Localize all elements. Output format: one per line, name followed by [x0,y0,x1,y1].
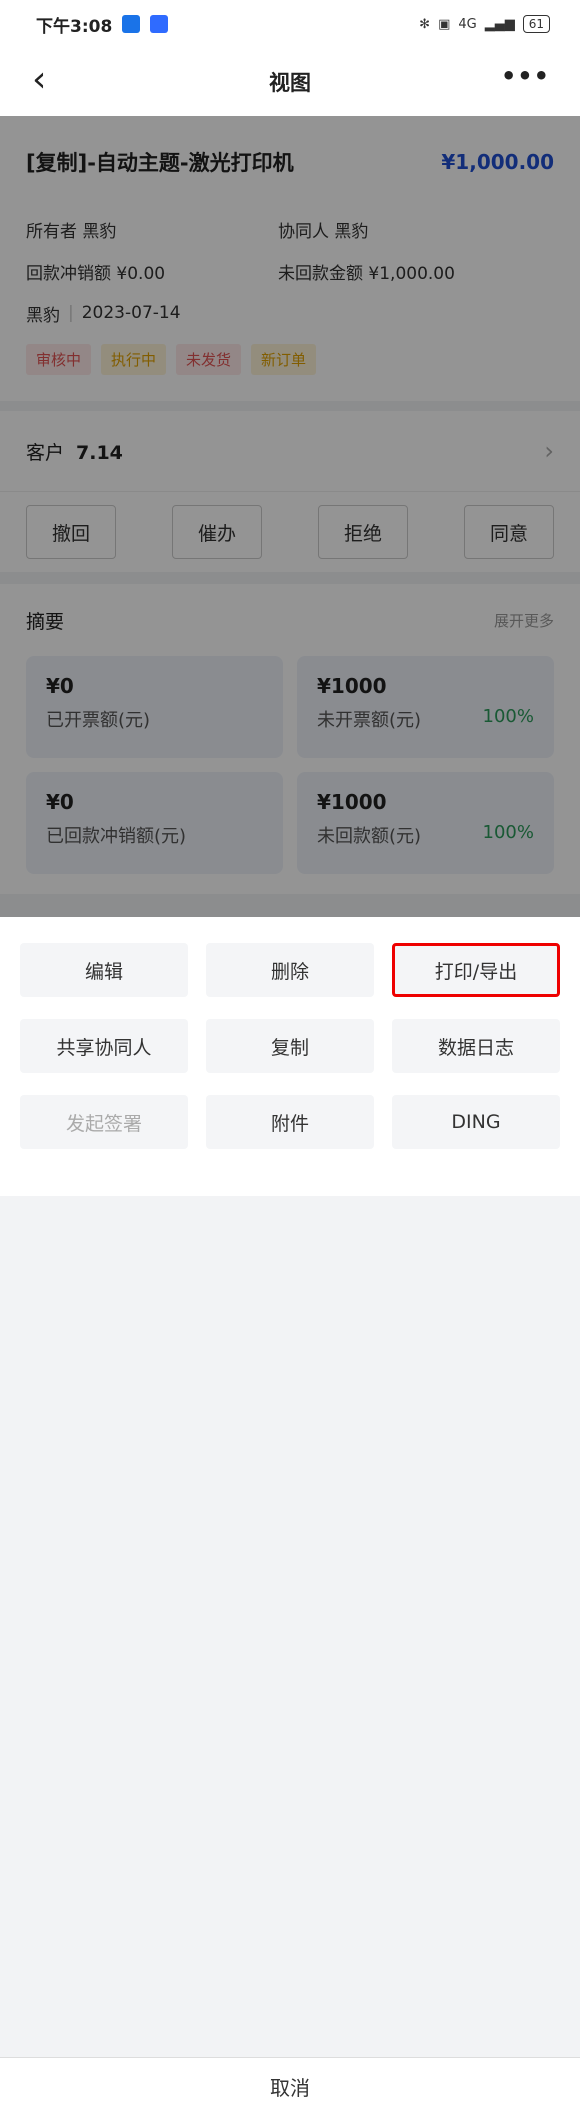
bluetooth-icon: ✻ [419,16,431,32]
hd-icon: ▣ [438,16,451,32]
share-collab-button[interactable]: 共享协同人 [20,1019,188,1073]
ding-button[interactable]: DING [392,1095,560,1149]
data-log-button[interactable]: 数据日志 [392,1019,560,1073]
battery-icon: 61 [522,15,550,33]
message-notification-icon [150,15,169,33]
network-label: 4G [458,16,477,32]
back-icon[interactable]: ‹ [32,62,46,98]
print-export-button[interactable]: 打印/导出 [392,943,560,997]
status-bar: 下午3:08 ✻ ▣ 4G ▂▄▆ 61 [0,0,580,48]
app-notification-icon [122,15,141,33]
dim-overlay[interactable] [0,116,580,917]
more-icon[interactable]: ••• [501,62,550,90]
signal-icon: ▂▄▆ [484,16,515,32]
edit-button[interactable]: 编辑 [20,943,188,997]
page-title: 视图 [269,71,311,95]
cancel-button[interactable]: 取消 [0,2057,580,2114]
status-time: 下午3:08 [36,16,113,37]
action-sheet: 编辑 删除 打印/导出 共享协同人 复制 数据日志 发起签署 附件 DING 取… [0,917,580,2114]
delete-button[interactable]: 删除 [206,943,374,997]
copy-button[interactable]: 复制 [206,1019,374,1073]
nav-bar: ‹ 视图 ••• [0,48,580,116]
initiate-sign-button[interactable]: 发起签署 [20,1095,188,1149]
attachment-button[interactable]: 附件 [206,1095,374,1149]
